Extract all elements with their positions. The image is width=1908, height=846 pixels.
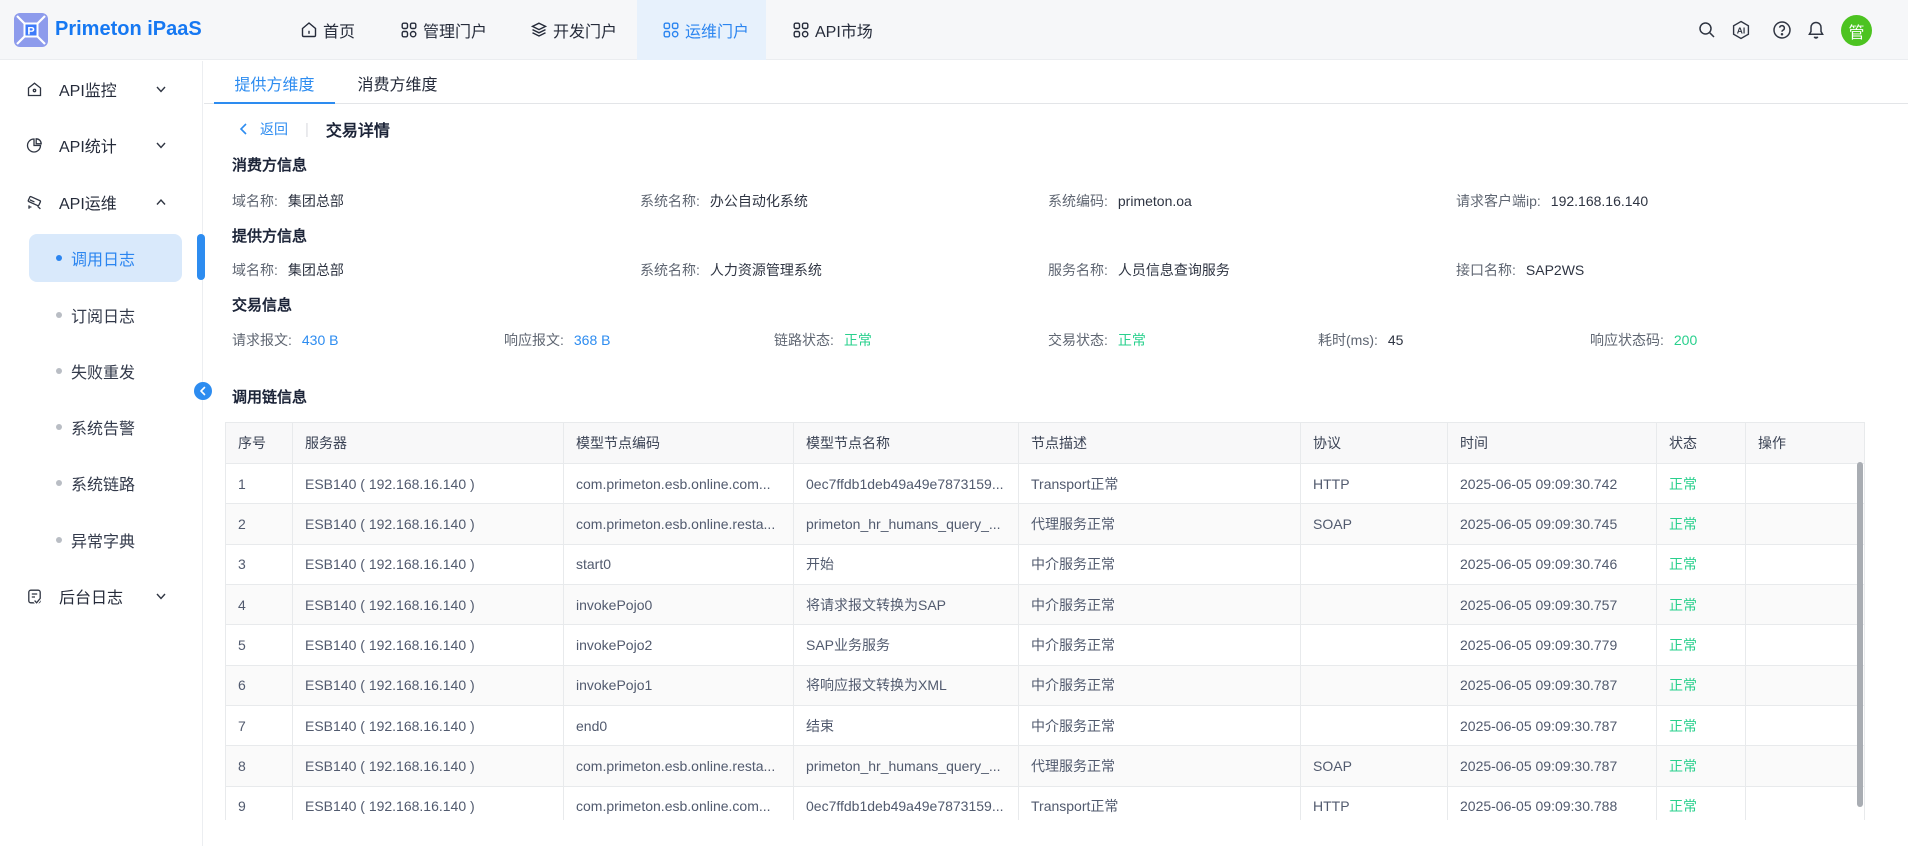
- svg-text:P: P: [27, 26, 34, 38]
- svg-text:AI: AI: [1737, 26, 1746, 36]
